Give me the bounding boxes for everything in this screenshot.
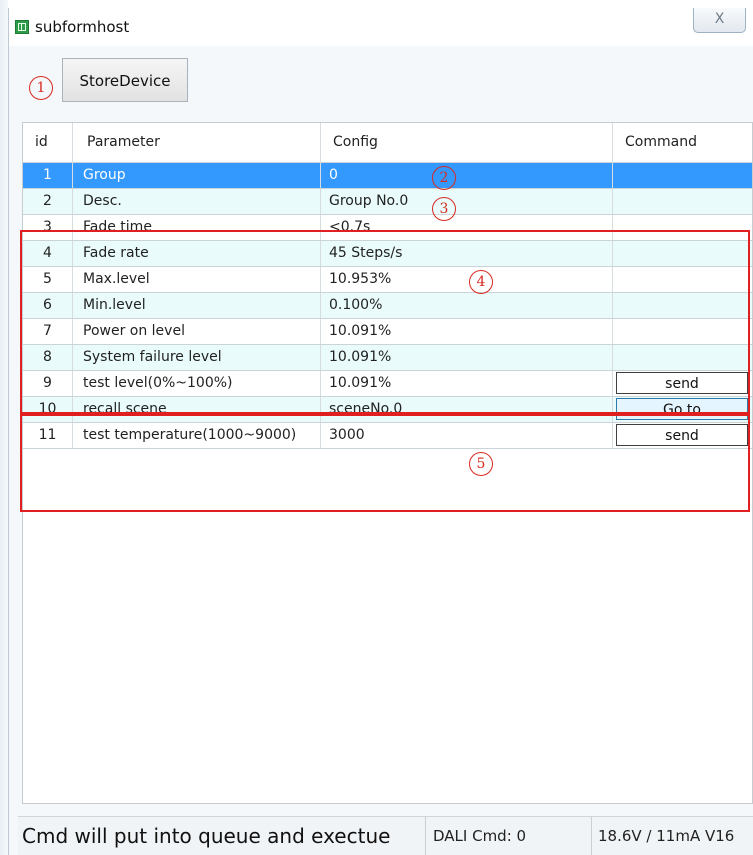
row-command: [613, 189, 753, 214]
table-row[interactable]: 3 Fade time <0.7s: [23, 215, 752, 241]
column-header-config[interactable]: Config: [321, 123, 613, 162]
row-command: [613, 267, 753, 292]
row-parameter: Desc.: [73, 189, 321, 214]
table-row[interactable]: 11 test temperature(1000~9000) 3000 send: [23, 423, 752, 449]
window-left-border: [0, 0, 8, 855]
table-row[interactable]: 10 recall scene sceneNo.0 Go to: [23, 397, 752, 423]
row-id: 7: [23, 319, 73, 344]
close-button[interactable]: X: [693, 8, 746, 33]
row-parameter: Fade time: [73, 215, 321, 240]
status-message: Cmd will put into queue and exectue: [18, 817, 426, 855]
row-config[interactable]: 45 Steps/s: [321, 241, 613, 266]
column-header-command[interactable]: Command: [613, 123, 753, 162]
row-command: send: [613, 371, 753, 396]
row-config[interactable]: <0.7s: [321, 215, 613, 240]
row-config[interactable]: 10.091%: [321, 371, 613, 396]
row-parameter: test temperature(1000~9000): [73, 423, 321, 448]
row-id: 1: [23, 163, 73, 188]
annotation-marker-2: 2: [432, 166, 456, 190]
row-id: 5: [23, 267, 73, 292]
row-id: 10: [23, 397, 73, 422]
row-id: 9: [23, 371, 73, 396]
row-config[interactable]: 10.953%: [321, 267, 613, 292]
row-id: 3: [23, 215, 73, 240]
table-row[interactable]: 2 Desc. Group No.0: [23, 189, 752, 215]
row-command: [613, 163, 753, 188]
table-row[interactable]: 1 Group 0: [23, 163, 752, 189]
row-id: 8: [23, 345, 73, 370]
column-header-id[interactable]: id: [23, 123, 73, 162]
app-grid-icon: [15, 20, 29, 34]
annotation-marker-1: 1: [29, 76, 53, 100]
row-config[interactable]: 0: [321, 163, 613, 188]
row-command: [613, 215, 753, 240]
row-config[interactable]: 0.100%: [321, 293, 613, 318]
table-row[interactable]: 4 Fade rate 45 Steps/s: [23, 241, 752, 267]
row-command: Go to: [613, 397, 753, 422]
table-row[interactable]: 5 Max.level 10.953%: [23, 267, 752, 293]
row-parameter: Power on level: [73, 319, 321, 344]
row-parameter: Min.level: [73, 293, 321, 318]
close-icon: X: [714, 11, 725, 27]
annotation-marker-4: 4: [469, 270, 493, 294]
row-parameter: System failure level: [73, 345, 321, 370]
row-config[interactable]: 10.091%: [321, 319, 613, 344]
power-readout: 18.6V / 11mA V16: [598, 827, 735, 845]
dali-command-count: DALI Cmd: 0: [426, 817, 592, 855]
send-temperature-button[interactable]: send: [616, 424, 748, 446]
title-bar: subformhost X: [9, 8, 753, 46]
row-command: [613, 345, 753, 370]
row-command: [613, 241, 753, 266]
table-row[interactable]: 7 Power on level 10.091%: [23, 319, 752, 345]
go-to-scene-button[interactable]: Go to: [616, 398, 748, 420]
row-parameter: Group: [73, 163, 321, 188]
column-header-parameter[interactable]: Parameter: [73, 123, 321, 162]
row-config[interactable]: Group No.0: [321, 189, 613, 214]
store-device-button[interactable]: StoreDevice: [62, 58, 188, 102]
row-command: [613, 293, 753, 318]
row-config[interactable]: 10.091%: [321, 345, 613, 370]
row-parameter: recall scene: [73, 397, 321, 422]
row-command: [613, 319, 753, 344]
row-id: 11: [23, 423, 73, 448]
row-id: 4: [23, 241, 73, 266]
send-level-button[interactable]: send: [616, 372, 748, 394]
row-id: 2: [23, 189, 73, 214]
window-title: subformhost: [35, 18, 130, 36]
table-row[interactable]: 6 Min.level 0.100%: [23, 293, 752, 319]
row-id: 6: [23, 293, 73, 318]
row-config[interactable]: 3000: [321, 423, 613, 448]
parameter-table: id Parameter Config Command 1 Group 0 2 …: [22, 122, 753, 804]
row-parameter: Fade rate: [73, 241, 321, 266]
row-parameter: test level(0%~100%): [73, 371, 321, 396]
annotation-marker-5: 5: [469, 452, 493, 476]
status-bar: Cmd will put into queue and exectue DALI…: [18, 816, 753, 855]
row-config[interactable]: sceneNo.0: [321, 397, 613, 422]
annotation-marker-3: 3: [432, 197, 456, 221]
row-parameter: Max.level: [73, 267, 321, 292]
row-command: send: [613, 423, 753, 448]
table-row[interactable]: 8 System failure level 10.091%: [23, 345, 752, 371]
table-header: id Parameter Config Command: [23, 123, 752, 163]
table-row[interactable]: 9 test level(0%~100%) 10.091% send: [23, 371, 752, 397]
